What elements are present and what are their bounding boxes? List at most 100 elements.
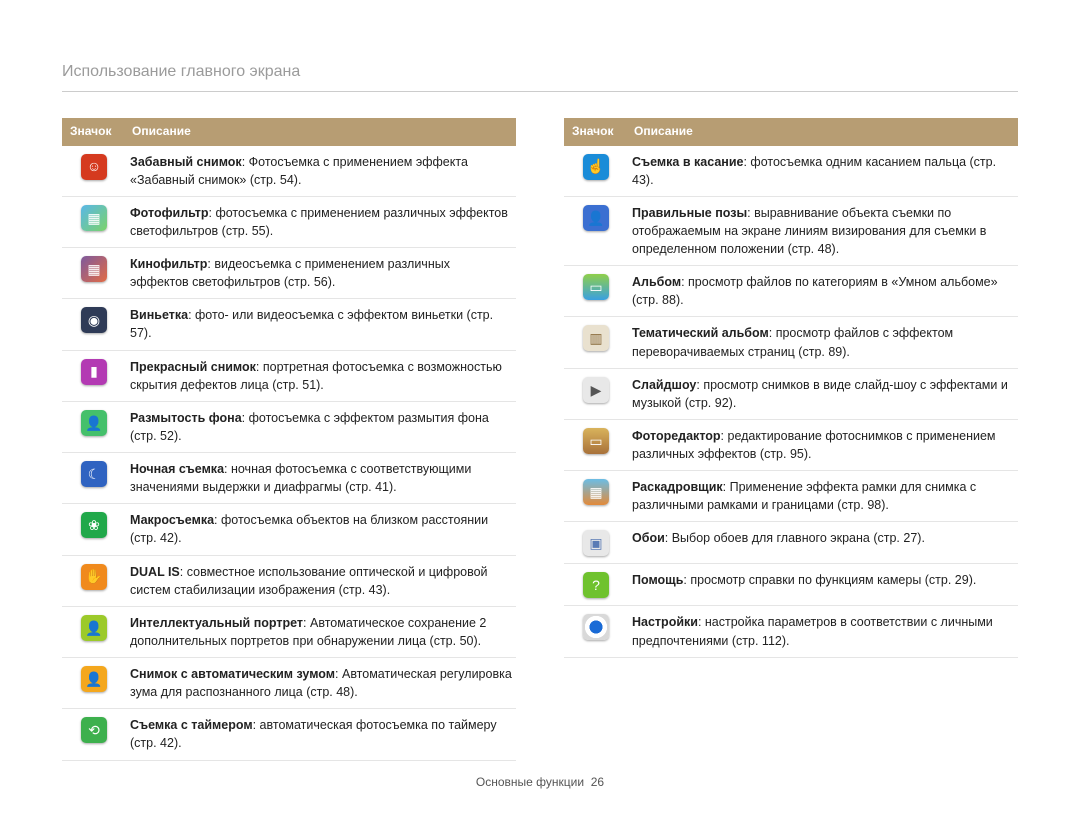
description-cell: Кинофильтр: видеосъемка с применением ра… — [124, 248, 516, 299]
description-cell: Размытость фона: фотосъемка с эффектом р… — [124, 401, 516, 452]
description-cell: Снимок с автоматическим зумом: Автоматич… — [124, 658, 516, 709]
description-title: Интеллектуальный портрет — [130, 616, 303, 630]
funny-shot-icon: ☺ — [81, 154, 107, 180]
table-left: Значок Описание ☺ Забавный снимок: Фотосъ… — [62, 118, 516, 760]
theme-album-icon: ▥ — [583, 325, 609, 351]
vignette-icon: ◉ — [81, 307, 107, 333]
icon-cell: ❀ — [62, 504, 124, 555]
description-title: Виньетка — [130, 308, 188, 322]
photo-editor-icon: ▭ — [583, 428, 609, 454]
table-row: ▦ Кинофильтр: видеосъемка с применением р… — [62, 248, 516, 299]
icon-cell: ▭ — [564, 266, 626, 317]
table-row: 👤 Снимок с автоматическим зумом: Автомати… — [62, 658, 516, 709]
footer-page: 26 — [591, 775, 604, 789]
icon-cell: ▣ — [564, 522, 626, 564]
table-row: ◉ Виньетка: фото- или видеосъемка с эффек… — [62, 299, 516, 350]
description-title: Тематический альбом — [632, 326, 769, 340]
icon-cell: ▮ — [62, 350, 124, 401]
photo-filter-icon: ▦ — [81, 205, 107, 231]
table-row: ☺ Забавный снимок: Фотосъемка с применени… — [62, 146, 516, 197]
description-title: Снимок с автоматическим зумом — [130, 667, 335, 681]
description-title: Альбом — [632, 275, 681, 289]
page-footer: Основные функции 26 — [0, 774, 1080, 791]
description-title: Съемка с таймером — [130, 718, 253, 732]
icon-cell: ▦ — [62, 248, 124, 299]
description-title: Размытость фона — [130, 411, 242, 425]
description-title: Кинофильтр — [130, 257, 207, 271]
description-cell: Забавный снимок: Фотосъемка с применение… — [124, 146, 516, 197]
beauty-shot-icon: ▮ — [81, 359, 107, 385]
table-row: 👤 Правильные позы: выравнивание объекта с… — [564, 196, 1018, 265]
album-icon: ▭ — [583, 274, 609, 300]
table-row: ▦Раскадровщик: Применение эффекта рамки … — [564, 471, 1018, 522]
description-title: Слайдшоу — [632, 378, 696, 392]
icon-cell: ☾ — [62, 453, 124, 504]
icon-cell — [564, 606, 626, 657]
description-cell: Альбом: просмотр файлов по категориям в … — [626, 266, 1018, 317]
description-cell: Съемка в касание: фотосъемка одним касан… — [626, 146, 1018, 197]
description-body: : Выбор обоев для главного экрана (стр. … — [665, 531, 925, 545]
timer-shot-icon: ⟲ — [81, 717, 107, 743]
description-cell: Виньетка: фото- или видеосъемка с эффект… — [124, 299, 516, 350]
dual-is-icon: ✋ — [81, 564, 107, 590]
table-row: ▥ Тематический альбом: просмотр файлов с … — [564, 317, 1018, 368]
description-title: Съемка в касание — [632, 155, 743, 169]
description-cell: Ночная съемка: ночная фотосъемка с соотв… — [124, 453, 516, 504]
icon-cell: ▶ — [564, 368, 626, 419]
icon-cell: ▦ — [62, 196, 124, 247]
table-row: ✋ DUAL IS: совместное использование оптич… — [62, 555, 516, 606]
description-body: : совместное использование оптической и … — [130, 565, 488, 597]
description-title: Макросъемка — [130, 513, 214, 527]
icon-cell: ☺ — [62, 146, 124, 197]
description-cell: Фотофильтр: фотосъемка с применением раз… — [124, 196, 516, 247]
table-row: ▦ Фотофильтр: фотосъемка с применением ра… — [62, 196, 516, 247]
wallpaper-icon: ▣ — [583, 530, 609, 556]
page-title: Использование главного экрана — [62, 60, 1018, 92]
table-row: 👤Размытость фона: фотосъемка с эффектом … — [62, 401, 516, 452]
description-title: DUAL IS — [130, 565, 180, 579]
description-title: Правильные позы — [632, 206, 747, 220]
description-cell: Интеллектуальный портрет: Автоматическое… — [124, 606, 516, 657]
icon-cell: ◉ — [62, 299, 124, 350]
icon-cell: 👤 — [62, 658, 124, 709]
table-row: Настройки: настройка параметров в соотве… — [564, 606, 1018, 657]
th-icon: Значок — [62, 118, 124, 145]
th-desc: Описание — [124, 118, 516, 145]
icon-cell: ▭ — [564, 419, 626, 470]
description-cell: Правильные позы: выравнивание объекта съ… — [626, 196, 1018, 265]
content-columns: Значок Описание ☺ Забавный снимок: Фотосъ… — [62, 118, 1018, 760]
icon-cell: ▦ — [564, 471, 626, 522]
settings-icon — [583, 614, 609, 640]
column-right: Значок Описание ☝Съемка в касание: фотос… — [564, 118, 1018, 760]
description-cell: Макросъемка: фотосъемка объектов на близ… — [124, 504, 516, 555]
table-row: ☝ Съемка в касание: фотосъемка одним каса… — [564, 146, 1018, 197]
movie-filter-icon: ▦ — [81, 256, 107, 282]
description-title: Помощь — [632, 573, 683, 587]
icon-cell: 👤 — [62, 606, 124, 657]
table-row: ▮ Прекрасный снимок: портретная фотосъемк… — [62, 350, 516, 401]
icon-cell: 👤 — [62, 401, 124, 452]
icon-cell: ✋ — [62, 555, 124, 606]
help-icon: ? — [583, 572, 609, 598]
smart-portrait-icon: 👤 — [81, 615, 107, 641]
description-title: Раскадровщик — [632, 480, 723, 494]
description-title: Фоторедактор — [632, 429, 721, 443]
description-cell: DUAL IS: совместное использование оптиче… — [124, 555, 516, 606]
touch-shot-icon: ☝ — [583, 154, 609, 180]
description-cell: Прекрасный снимок: портретная фотосъемка… — [124, 350, 516, 401]
slideshow-icon: ▶ — [583, 377, 609, 403]
description-cell: Тематический альбом: просмотр файлов с э… — [626, 317, 1018, 368]
icon-cell: ▥ — [564, 317, 626, 368]
description-title: Забавный снимок — [130, 155, 242, 169]
description-cell: Съемка с таймером: автоматическая фотосъ… — [124, 709, 516, 760]
description-cell: Раскадровщик: Применение эффекта рамки д… — [626, 471, 1018, 522]
table-row: ▶ Слайдшоу: просмотр снимков в виде слайд… — [564, 368, 1018, 419]
description-cell: Помощь: просмотр справки по функциям кам… — [626, 564, 1018, 606]
table-right: Значок Описание ☝Съемка в касание: фотос… — [564, 118, 1018, 658]
pose-guide-icon: 👤 — [583, 205, 609, 231]
description-cell: Настройки: настройка параметров в соотве… — [626, 606, 1018, 657]
th-icon: Значок — [564, 118, 626, 145]
auto-zoom-icon: 👤 — [81, 666, 107, 692]
description-cell: Слайдшоу: просмотр снимков в виде слайд-… — [626, 368, 1018, 419]
icon-cell: ? — [564, 564, 626, 606]
